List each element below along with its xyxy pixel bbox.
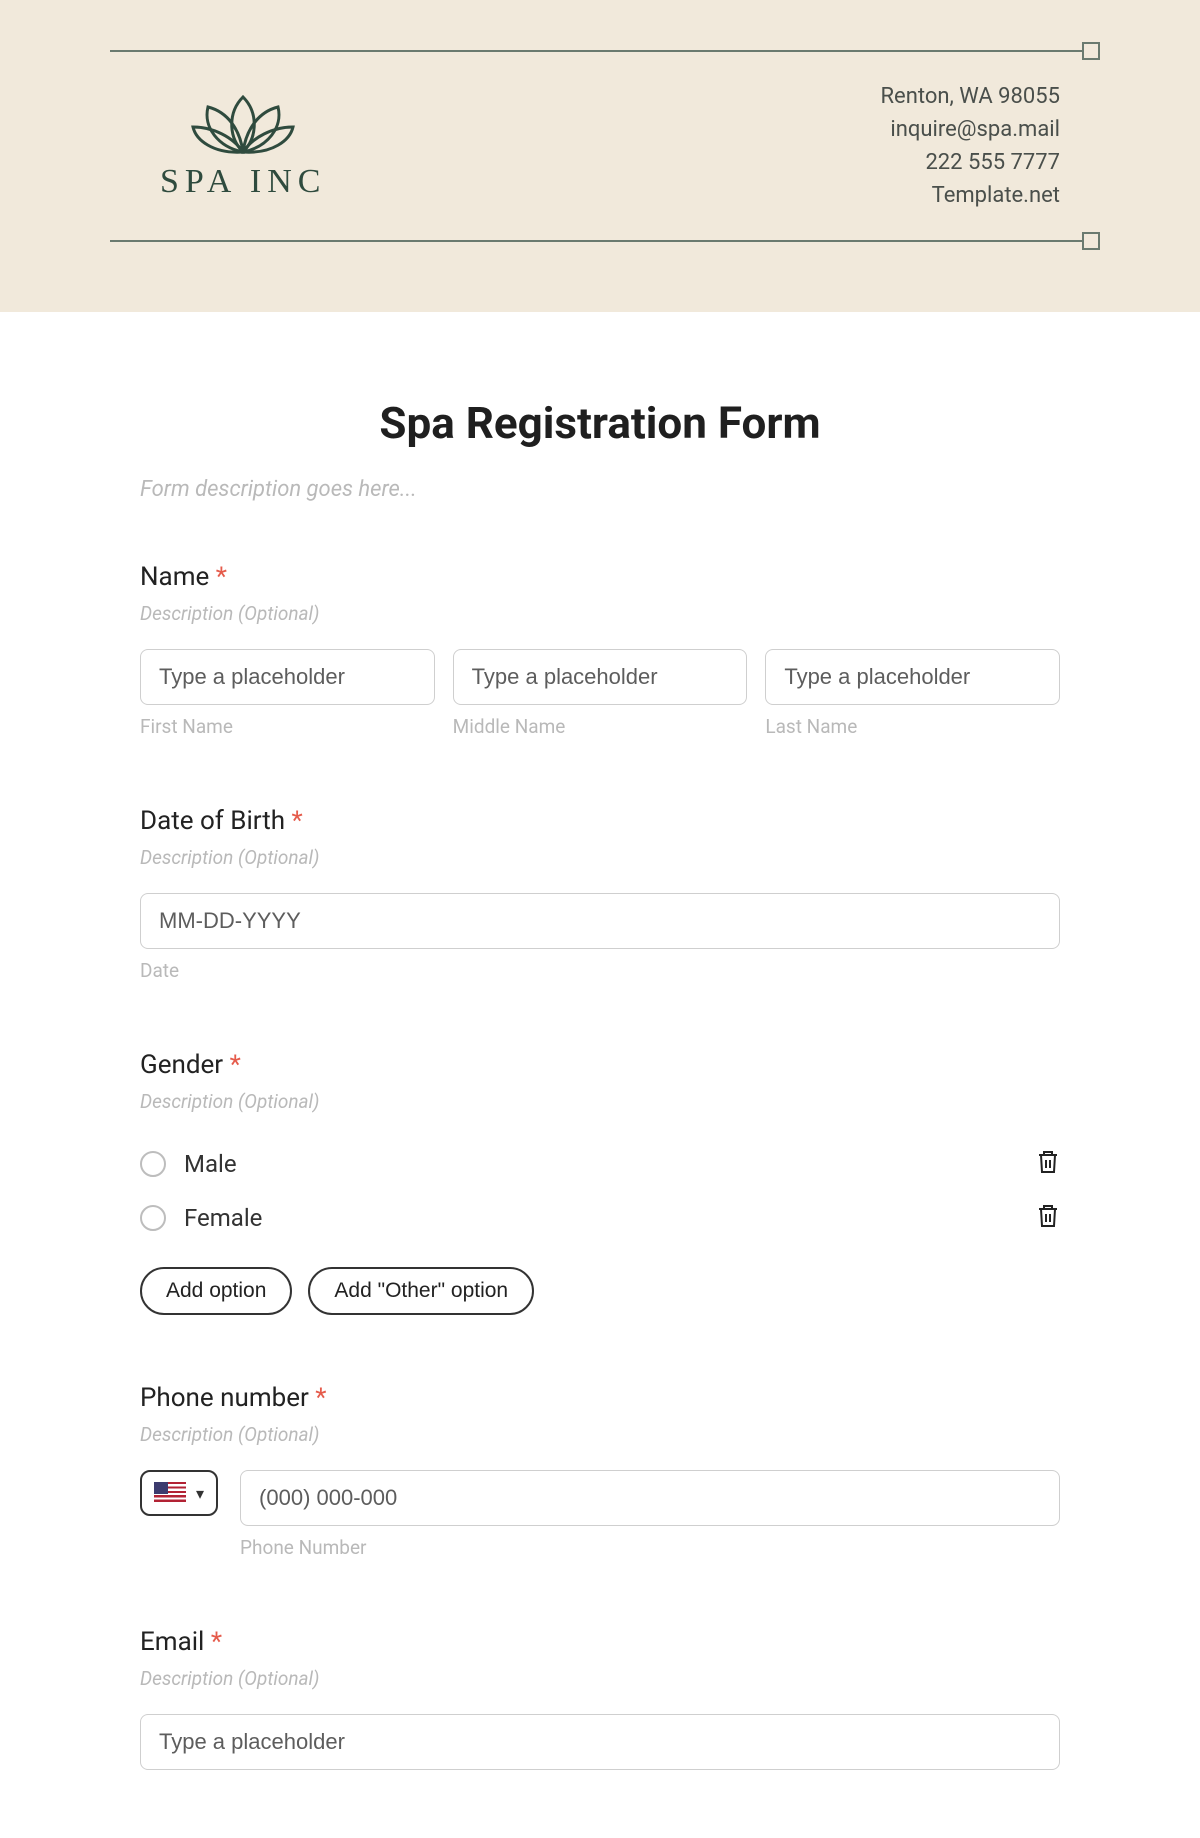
email-input[interactable] [140,1714,1060,1770]
contact-address: Renton, WA 98055 [880,80,1060,113]
us-flag-icon [154,1482,186,1504]
email-label: Email * [140,1627,1060,1657]
gender-option-label[interactable]: Female [184,1204,262,1232]
logo-block: SPA INC [160,92,326,201]
contact-site: Template.net [880,179,1060,212]
gender-label-text: Gender [140,1050,223,1080]
add-other-option-button[interactable]: Add "Other" option [308,1267,534,1315]
dob-sublabel: Date [140,959,1060,982]
add-option-button[interactable]: Add option [140,1267,292,1315]
phone-label-text: Phone number [140,1383,309,1413]
radio-icon[interactable] [140,1151,166,1177]
gender-desc[interactable]: Description (Optional) [140,1090,1060,1113]
field-email: Email * Description (Optional) [140,1627,1060,1770]
field-dob: Date of Birth * Description (Optional) D… [140,806,1060,982]
corner-decoration-br [1082,232,1100,250]
dob-input[interactable] [140,893,1060,949]
form-container: Spa Registration Form Form description g… [0,312,1200,1770]
middle-name-sublabel: Middle Name [453,715,748,738]
gender-label: Gender * [140,1050,1060,1080]
field-phone: Phone number * Description (Optional) ▾ … [140,1383,1060,1559]
name-desc[interactable]: Description (Optional) [140,602,1060,625]
dob-label: Date of Birth * [140,806,1060,836]
phone-sublabel: Phone Number [240,1536,1060,1559]
chevron-down-icon: ▾ [196,1484,204,1503]
gender-option-row: Male [140,1137,1060,1191]
middle-name-input[interactable] [453,649,748,705]
required-asterisk: * [211,1627,222,1657]
required-asterisk: * [216,562,227,592]
required-asterisk: * [230,1050,241,1080]
form-title: Spa Registration Form [140,397,1060,449]
phone-desc[interactable]: Description (Optional) [140,1423,1060,1446]
trash-icon[interactable] [1036,1203,1060,1233]
required-asterisk: * [315,1383,326,1413]
contact-email: inquire@spa.mail [880,113,1060,146]
gender-option-label[interactable]: Male [184,1150,237,1178]
radio-icon[interactable] [140,1205,166,1231]
email-label-text: Email [140,1627,204,1657]
phone-label: Phone number * [140,1383,1060,1413]
last-name-sublabel: Last Name [765,715,1060,738]
brand-name: SPA INC [160,163,326,201]
header-banner: SPA INC Renton, WA 98055 inquire@spa.mai… [0,0,1200,312]
corner-decoration-tr [1082,42,1100,60]
dob-desc[interactable]: Description (Optional) [140,846,1060,869]
first-name-input[interactable] [140,649,435,705]
email-desc[interactable]: Description (Optional) [140,1667,1060,1690]
first-name-sublabel: First Name [140,715,435,738]
form-description[interactable]: Form description goes here... [140,477,1060,502]
trash-icon[interactable] [1036,1149,1060,1179]
country-code-select[interactable]: ▾ [140,1470,218,1516]
name-label-text: Name [140,562,209,592]
contact-block: Renton, WA 98055 inquire@spa.mail 222 55… [880,80,1060,212]
field-name: Name * Description (Optional) First Name… [140,562,1060,738]
required-asterisk: * [292,806,303,836]
lotus-icon [188,92,298,157]
last-name-input[interactable] [765,649,1060,705]
gender-option-row: Female [140,1191,1060,1245]
contact-phone: 222 555 7777 [880,146,1060,179]
phone-input[interactable] [240,1470,1060,1526]
header-frame: SPA INC Renton, WA 98055 inquire@spa.mai… [110,50,1090,242]
field-gender: Gender * Description (Optional) Male Fem… [140,1050,1060,1315]
dob-label-text: Date of Birth [140,806,285,836]
name-label: Name * [140,562,1060,592]
